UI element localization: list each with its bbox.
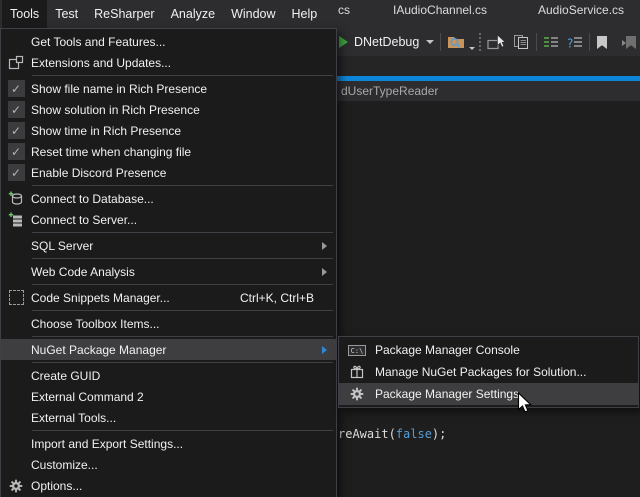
uncomment-lines-icon: ?: [567, 35, 583, 49]
next-bookmark-button[interactable]: [622, 35, 638, 50]
navigate-to-icon: [487, 34, 506, 51]
menu-item-code-snippets-manager[interactable]: Code Snippets Manager... Ctrl+K, Ctrl+B: [1, 287, 336, 308]
chevron-down-icon: [469, 47, 475, 50]
menu-item-enable-discord-presence[interactable]: ✓ Enable Discord Presence: [1, 162, 336, 183]
menubar-item-window[interactable]: Window: [223, 0, 283, 28]
find-in-files-button[interactable]: [447, 34, 475, 50]
menu-item-connect-to-server[interactable]: Connect to Server...: [1, 209, 336, 230]
checkmark-icon: ✓: [8, 80, 25, 97]
menu-item-connect-to-database[interactable]: Connect to Database...: [1, 188, 336, 209]
standard-toolbar: DNetDebug: [337, 28, 640, 56]
toggle-bookmark-button[interactable]: [596, 35, 608, 50]
checkmark-icon: ✓: [8, 143, 25, 160]
nuget-package-manager-submenu: C:\ Package Manager Console Manage NuGet…: [338, 336, 639, 408]
start-debug-button[interactable]: [337, 36, 348, 48]
menu-item-get-tools-and-features[interactable]: Get Tools and Features...: [1, 31, 336, 52]
checkmark-icon: ✓: [8, 101, 25, 118]
menu-item-create-guid[interactable]: Create GUID: [1, 365, 336, 386]
menu-item-nuget-package-manager[interactable]: NuGet Package Manager: [1, 339, 336, 360]
console-icon: C:\: [348, 345, 367, 356]
tools-menu: Get Tools and Features... Extensions and…: [0, 28, 337, 497]
menu-separator: [32, 232, 333, 233]
menu-separator: [32, 284, 333, 285]
menu-item-external-tools[interactable]: External Tools...: [1, 407, 336, 428]
tab-iaudiochannel[interactable]: IAudioChannel.cs: [393, 0, 487, 20]
menu-item-show-solution-in-rich-presence[interactable]: ✓ Show solution in Rich Presence: [1, 99, 336, 120]
menu-separator: [32, 336, 333, 337]
menubar-item-analyze[interactable]: Analyze: [163, 0, 223, 28]
chevron-down-icon: [426, 40, 434, 44]
package-icon: [349, 364, 365, 380]
menu-item-show-file-name-in-rich-presence[interactable]: ✓ Show file name in Rich Presence: [1, 78, 336, 99]
copy-parameter-button[interactable]: [513, 34, 530, 50]
submenu-arrow-icon: [322, 346, 327, 354]
menu-separator: [32, 430, 333, 431]
tab-audioservice[interactable]: AudioService.cs: [538, 0, 624, 20]
menu-item-import-and-export-settings[interactable]: Import and Export Settings...: [1, 433, 336, 454]
copy-lines-icon: [513, 34, 530, 50]
play-icon: [339, 36, 348, 48]
debug-target-dropdown[interactable]: DNetDebug: [348, 35, 434, 49]
comment-lines-button[interactable]: [543, 35, 559, 49]
menubar-item-test[interactable]: Test: [47, 0, 86, 28]
document-tab-bar: [337, 56, 640, 76]
shortcut-label: Ctrl+K, Ctrl+B: [240, 291, 314, 305]
comment-lines-icon: [543, 35, 559, 49]
menu-separator: [32, 258, 333, 259]
menu-item-extensions-and-updates[interactable]: Extensions and Updates...: [1, 52, 336, 73]
bookmark-icon: [596, 35, 608, 50]
menu-item-external-command-2[interactable]: External Command 2: [1, 386, 336, 407]
server-add-icon: [8, 212, 24, 228]
navigate-to-button[interactable]: [487, 34, 506, 51]
menu-item-show-time-in-rich-presence[interactable]: ✓ Show time in Rich Presence: [1, 120, 336, 141]
menu-separator: [32, 75, 333, 76]
menubar-item-tools[interactable]: Tools: [2, 0, 47, 28]
submenu-arrow-icon: [322, 268, 327, 276]
code-line: reAwait(false);: [338, 427, 446, 441]
menu-item-web-code-analysis[interactable]: Web Code Analysis: [1, 261, 336, 282]
find-in-files-icon: [447, 34, 467, 50]
visual-studio-window: Tools Test ReSharper Analyze Window Help…: [0, 0, 640, 497]
extensions-icon: [8, 55, 24, 71]
menu-item-manage-nuget-packages-for-solution[interactable]: Manage NuGet Packages for Solution...: [339, 361, 638, 383]
checkmark-icon: ✓: [8, 122, 25, 139]
menu-item-choose-toolbox-items[interactable]: Choose Toolbox Items...: [1, 313, 336, 334]
mouse-cursor: [517, 392, 533, 414]
gear-icon: [350, 387, 364, 401]
gear-icon: [9, 479, 23, 493]
next-bookmark-icon: [622, 35, 638, 50]
menu-separator: [32, 310, 333, 311]
database-add-icon: [8, 191, 24, 207]
menu-item-package-manager-console[interactable]: C:\ Package Manager Console: [339, 339, 638, 361]
checkmark-icon: ✓: [8, 164, 25, 181]
menu-item-customize[interactable]: Customize...: [1, 454, 336, 475]
menu-item-package-manager-settings[interactable]: Package Manager Settings: [339, 383, 638, 405]
toolbar-separator: [536, 33, 537, 51]
toolbar-separator: [589, 33, 590, 51]
tab-truncated[interactable]: cs: [338, 0, 350, 20]
toolbar-grip-handle[interactable]: [479, 33, 481, 51]
breadcrumb-type-dropdown[interactable]: dUserTypeReader: [341, 84, 438, 98]
code-snippets-icon: [9, 290, 24, 305]
toolbar-separator: [440, 33, 441, 51]
svg-text:?: ?: [567, 37, 573, 50]
submenu-arrow-icon: [322, 242, 327, 250]
menu-item-reset-time-when-changing-file[interactable]: ✓ Reset time when changing file: [1, 141, 336, 162]
menu-separator: [32, 185, 333, 186]
menu-item-options[interactable]: Options...: [1, 475, 336, 496]
menu-item-sql-server[interactable]: SQL Server: [1, 235, 336, 256]
menu-separator: [32, 362, 333, 363]
uncomment-lines-button[interactable]: ?: [567, 35, 583, 49]
menubar-item-resharper[interactable]: ReSharper: [86, 0, 162, 28]
debug-target-label: DNetDebug: [354, 35, 419, 49]
menubar-item-help[interactable]: Help: [284, 0, 326, 28]
